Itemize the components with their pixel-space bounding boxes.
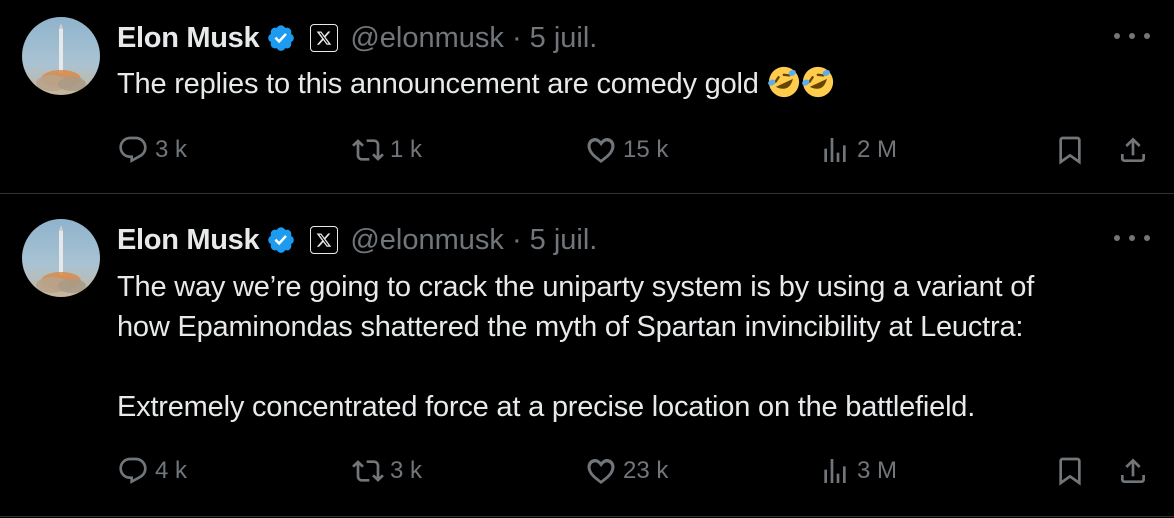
repost-count: 1 k xyxy=(390,136,423,163)
author-name[interactable]: Elon Musk xyxy=(117,22,260,55)
verified-badge-icon xyxy=(268,227,295,253)
views-count: 2 M xyxy=(857,136,898,163)
tweet-text: The way we’re going to crack the unipart… xyxy=(117,271,1035,423)
tweet-text: The replies to this announcement are com… xyxy=(117,64,835,104)
more-options-icon[interactable] xyxy=(1114,226,1150,250)
bookmark-button[interactable] xyxy=(1054,451,1086,491)
views-count: 3 M xyxy=(857,457,898,484)
more-options-icon[interactable] xyxy=(1114,24,1150,48)
avatar[interactable] xyxy=(22,17,100,95)
like-count: 15 k xyxy=(623,136,669,163)
verified-badge-icon xyxy=(268,25,295,51)
rolling-laughing-emoji-icon xyxy=(767,66,799,98)
reply-icon xyxy=(119,457,147,484)
repost-icon xyxy=(352,460,384,482)
like-button[interactable]: 15 k xyxy=(585,130,668,170)
views-chart-icon xyxy=(824,459,846,483)
author-handle-date[interactable]: @elonmusk · 5 juil. xyxy=(350,22,597,55)
reply-button[interactable]: 3 k xyxy=(117,130,187,170)
bookmark-icon xyxy=(1059,457,1081,486)
author-handle-date[interactable]: @elonmusk · 5 juil. xyxy=(350,224,597,257)
x-affiliation-icon xyxy=(310,24,339,52)
heart-icon xyxy=(587,458,615,485)
repost-button[interactable]: 3 k xyxy=(352,451,422,491)
bookmark-button[interactable] xyxy=(1054,130,1086,170)
views-chart-icon xyxy=(824,138,846,162)
share-icon xyxy=(1121,458,1145,483)
author-name[interactable]: Elon Musk xyxy=(117,224,260,257)
reply-icon xyxy=(119,136,147,163)
share-button[interactable] xyxy=(1117,130,1149,170)
like-button[interactable]: 23 k xyxy=(585,451,668,491)
x-affiliation-icon xyxy=(310,226,339,254)
like-count: 23 k xyxy=(623,457,669,484)
reply-button[interactable]: 4 k xyxy=(117,451,187,491)
bookmark-icon xyxy=(1059,136,1081,165)
views-button[interactable]: 2 M xyxy=(819,130,897,170)
tweet-actions: 4 k 3 k 23 k 3 M xyxy=(117,451,1150,491)
avatar[interactable] xyxy=(22,219,100,297)
repost-count: 3 k xyxy=(390,457,423,484)
repost-icon xyxy=(352,139,384,161)
tweet[interactable]: Elon Musk @elonmusk · 5 juil. The replie… xyxy=(0,0,1174,194)
tweet-actions: 3 k 1 k 15 k 2 M xyxy=(117,130,1150,170)
rolling-laughing-emoji-icon xyxy=(801,66,833,98)
repost-button[interactable]: 1 k xyxy=(352,130,422,170)
tweet[interactable]: Elon Musk @elonmusk · 5 juil. The way we… xyxy=(0,194,1174,517)
heart-icon xyxy=(587,137,615,164)
reply-count: 4 k xyxy=(155,457,188,484)
reply-count: 3 k xyxy=(155,136,188,163)
share-button[interactable] xyxy=(1117,451,1149,491)
views-button[interactable]: 3 M xyxy=(819,451,897,491)
share-icon xyxy=(1121,137,1145,162)
